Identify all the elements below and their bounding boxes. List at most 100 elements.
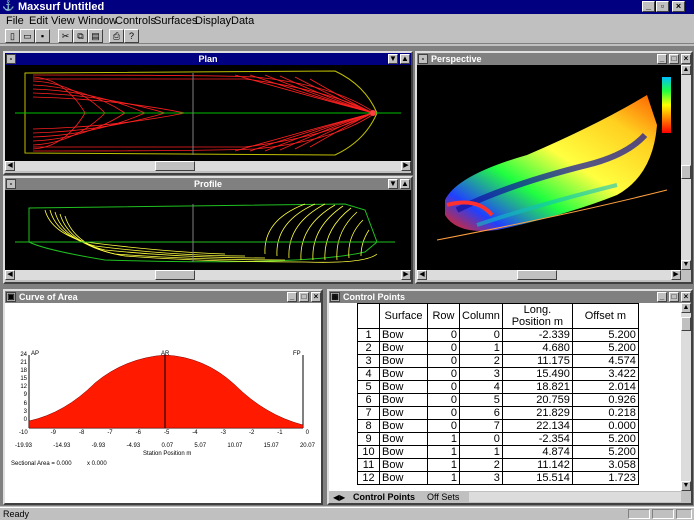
table-row[interactable]: 4 Bow 0 3 15.490 3.422: [357, 367, 639, 381]
column-header[interactable]: Long. Position m: [501, 303, 573, 329]
table-cell[interactable]: 21.829: [501, 406, 573, 420]
table-cell[interactable]: 4: [459, 380, 503, 394]
table-cell[interactable]: 0.926: [571, 393, 639, 407]
table-cell[interactable]: 1: [427, 458, 460, 472]
scroll-right-icon[interactable]: ▶: [671, 270, 681, 280]
table-row[interactable]: 6 Bow 0 5 20.759 0.926: [357, 393, 639, 407]
control-points-window[interactable]: ▦ Control Points _ □ × Surface Row Colum…: [327, 289, 693, 505]
menu-edit[interactable]: Edit: [29, 14, 48, 28]
table-cell[interactable]: 0: [459, 328, 503, 342]
tabs-hscrollbar[interactable]: [469, 492, 681, 502]
table-cell[interactable]: 0: [427, 393, 460, 407]
table-cell[interactable]: 20.759: [501, 393, 573, 407]
table-cell[interactable]: 3: [459, 471, 503, 485]
table-cell[interactable]: 0: [427, 406, 460, 420]
table-cell[interactable]: -2.354: [501, 432, 573, 446]
column-header[interactable]: Surface: [379, 303, 428, 329]
restore-button[interactable]: ▫: [656, 1, 669, 12]
table-cell[interactable]: Bow: [379, 367, 428, 381]
table-cell[interactable]: 15.514: [501, 471, 573, 485]
system-menu-icon[interactable]: ▣: [6, 292, 16, 302]
table-cell[interactable]: Bow: [379, 393, 428, 407]
scroll-left-icon[interactable]: ◀: [5, 161, 15, 171]
control-points-title-bar[interactable]: ▦ Control Points _ □ ×: [329, 291, 691, 303]
maximize-icon[interactable]: □: [669, 54, 679, 64]
table-cell[interactable]: 1: [459, 341, 503, 355]
table-cell[interactable]: Bow: [379, 458, 428, 472]
control-points-grid[interactable]: Surface Row Column Long. Position m Offs…: [329, 303, 681, 491]
close-icon[interactable]: ×: [681, 292, 691, 302]
table-cell[interactable]: 5.200: [571, 445, 639, 459]
table-row[interactable]: 3 Bow 0 2 11.175 4.574: [357, 354, 639, 368]
table-row[interactable]: 10 Bow 1 1 4.874 5.200: [357, 445, 639, 459]
minimize-icon[interactable]: _: [657, 292, 667, 302]
table-cell[interactable]: 0: [427, 341, 460, 355]
table-cell[interactable]: 2.014: [571, 380, 639, 394]
tab-off-sets[interactable]: Off Sets: [427, 492, 459, 503]
help-icon[interactable]: ?: [124, 29, 139, 43]
close-icon[interactable]: ×: [311, 292, 321, 302]
table-cell[interactable]: 1: [427, 471, 460, 485]
menu-file[interactable]: File: [6, 14, 24, 28]
table-cell[interactable]: Bow: [379, 341, 428, 355]
paste-icon[interactable]: ▤: [88, 29, 103, 43]
tab-scroll-icon[interactable]: ◀▶: [333, 492, 345, 503]
system-menu-icon[interactable]: -: [418, 54, 428, 64]
table-cell[interactable]: 0: [427, 380, 460, 394]
perspective-vscrollbar[interactable]: ▲ ▼: [681, 65, 691, 270]
scroll-down-icon[interactable]: ▼: [388, 179, 398, 189]
print-icon[interactable]: ⎙: [109, 29, 124, 43]
tab-control-points[interactable]: Control Points: [353, 492, 415, 503]
table-row[interactable]: 1 Bow 0 0 -2.339 5.200: [357, 328, 639, 342]
profile-hscrollbar[interactable]: ◀ ▶: [5, 270, 411, 280]
close-icon[interactable]: ×: [681, 54, 691, 64]
profile-title-bar[interactable]: - Profile ▼ ▲: [5, 178, 411, 190]
scroll-up-icon[interactable]: ▲: [681, 65, 691, 75]
table-cell[interactable]: 3: [459, 367, 503, 381]
table-cell[interactable]: 0: [427, 354, 460, 368]
table-cell[interactable]: 5: [459, 393, 503, 407]
cut-icon[interactable]: ✂: [58, 29, 73, 43]
scroll-down-icon[interactable]: ▼: [681, 260, 691, 270]
table-cell[interactable]: Bow: [379, 432, 428, 446]
plan-window[interactable]: - Plan ▼ ▲ ◀ ▶: [3, 51, 413, 175]
table-cell[interactable]: Bow: [379, 406, 428, 420]
column-header[interactable]: Column: [459, 303, 503, 329]
scroll-thumb[interactable]: [681, 165, 691, 179]
table-cell[interactable]: 4.574: [571, 354, 639, 368]
open-icon[interactable]: ▭: [20, 29, 35, 43]
table-cell[interactable]: 7: [459, 419, 503, 433]
plan-title-bar[interactable]: - Plan ▼ ▲: [5, 53, 411, 65]
table-cell[interactable]: 22.134: [501, 419, 573, 433]
close-button[interactable]: ×: [672, 1, 685, 12]
table-cell[interactable]: 0: [427, 328, 460, 342]
table-cell[interactable]: 3.422: [571, 367, 639, 381]
table-row[interactable]: 7 Bow 0 6 21.829 0.218: [357, 406, 639, 420]
scroll-up-icon[interactable]: ▲: [681, 303, 691, 313]
table-cell[interactable]: -2.339: [501, 328, 573, 342]
table-cell[interactable]: 2: [459, 354, 503, 368]
scroll-up-icon[interactable]: ▲: [400, 179, 410, 189]
system-menu-icon[interactable]: ▦: [330, 292, 340, 302]
profile-window[interactable]: - Profile ▼ ▲ ◀ ▶: [3, 176, 413, 284]
table-cell[interactable]: 5.200: [571, 328, 639, 342]
table-cell[interactable]: 1: [427, 432, 460, 446]
save-icon[interactable]: ▪: [35, 29, 50, 43]
menu-controls[interactable]: Controls: [115, 14, 156, 28]
scroll-right-icon[interactable]: ▶: [401, 161, 411, 171]
table-cell[interactable]: 0.218: [571, 406, 639, 420]
table-cell[interactable]: 6: [459, 406, 503, 420]
table-cell[interactable]: 1: [459, 445, 503, 459]
table-cell[interactable]: Bow: [379, 445, 428, 459]
table-cell[interactable]: 18.821: [501, 380, 573, 394]
table-cell[interactable]: 0: [459, 432, 503, 446]
minimize-button[interactable]: _: [642, 1, 655, 12]
perspective-view-canvas[interactable]: [417, 65, 681, 270]
table-cell[interactable]: 5.200: [571, 341, 639, 355]
table-cell[interactable]: Bow: [379, 471, 428, 485]
table-cell[interactable]: 0.000: [571, 419, 639, 433]
scroll-left-icon[interactable]: ◀: [417, 270, 427, 280]
table-cell[interactable]: 1.723: [571, 471, 639, 485]
scroll-thumb[interactable]: [517, 270, 557, 280]
table-row[interactable]: 9 Bow 1 0 -2.354 5.200: [357, 432, 639, 446]
